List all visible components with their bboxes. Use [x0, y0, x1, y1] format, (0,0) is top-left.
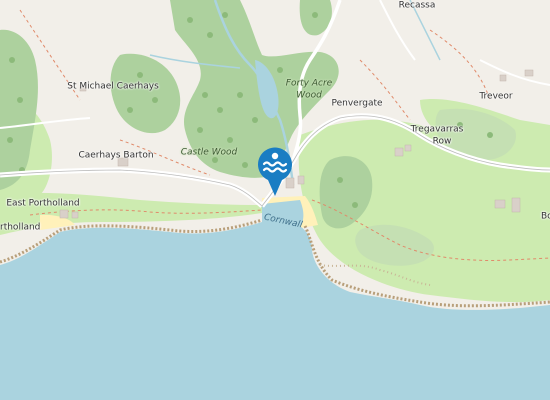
place-label-tregavarras-line1: Tregavarras [410, 124, 464, 135]
place-label-st-michael-caerhays: St Michael Caerhays [67, 81, 159, 92]
place-label-tregavarras-line2: Row [432, 136, 452, 147]
bathing-spot-marker[interactable] [255, 145, 295, 197]
map-view[interactable]: Recassa St Michael Caerhays Forty Acre W… [0, 0, 550, 400]
place-label-portholland: rtholland [0, 222, 41, 233]
place-label-east-portholland: East Portholland [6, 198, 80, 209]
wood-label-castle-wood: Castle Wood [180, 147, 238, 158]
wood-label-forty-acre-line2: Wood [296, 90, 322, 101]
place-label-caerhays-barton: Caerhays Barton [78, 150, 154, 161]
place-label-penvergate: Penvergate [331, 98, 383, 109]
swimming-water-icon [258, 147, 292, 196]
place-label-recassa: Recassa [398, 0, 436, 11]
place-label-edge: Bo [541, 211, 550, 222]
place-label-treveor: Treveor [479, 91, 513, 102]
map-tiles [0, 0, 550, 400]
wood-label-forty-acre-line1: Forty Acre [285, 78, 333, 89]
